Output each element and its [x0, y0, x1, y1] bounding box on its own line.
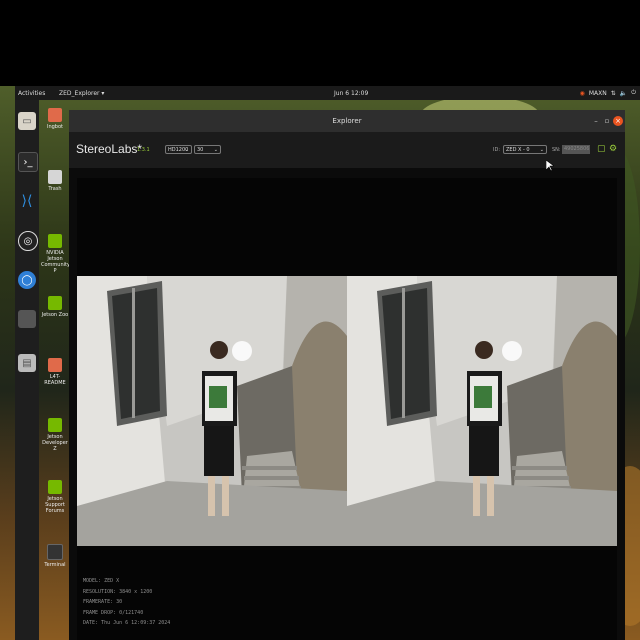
trash-icon [48, 170, 62, 184]
desktop-icon-jetson-community[interactable]: NVIDIA Jetson Community P [41, 234, 70, 274]
vscode-icon[interactable]: ⟩⟨ [18, 192, 36, 210]
minimize-button[interactable]: – [591, 116, 601, 126]
maximize-button[interactable]: ▫ [602, 116, 612, 126]
disk-icon[interactable]: ▤ [18, 354, 36, 372]
chevron-down-icon: ⌄ [213, 147, 218, 153]
info-date: DATE: Thu Jun 6 12:09:37 2024 [83, 620, 171, 626]
settings-gear-icon[interactable]: ⚙ [609, 144, 617, 154]
info-resolution: RESOLUTION: 3840 x 1200 [83, 588, 153, 595]
camera-viewer: MODEL: ZED X RESOLUTION: 3840 x 1200 FRA… [77, 178, 617, 640]
home-folder-icon [48, 108, 62, 122]
desktop-icon-jetson-support[interactable]: Jetson Support Forums [41, 480, 69, 514]
info-model: MODEL: ZED X [83, 578, 120, 584]
volume-icon[interactable]: 🔈 [620, 90, 627, 97]
right-scene-image [347, 276, 617, 546]
mouse-cursor-icon [546, 160, 554, 172]
activities-button[interactable]: Activities [18, 90, 45, 97]
obs-icon[interactable]: ◎ [18, 231, 38, 251]
terminal-icon [47, 544, 63, 560]
power-mode-label[interactable]: MAXN [589, 90, 607, 97]
left-scene-image [77, 276, 347, 546]
record-icon[interactable]: ▢ [597, 144, 606, 154]
info-frame-drop: FRAME DROP: 0/121740 [83, 609, 144, 616]
window-title: Explorer [332, 117, 362, 125]
desktop-icon-jetson-zoo[interactable]: Jetson Zoo [41, 296, 69, 318]
close-button[interactable]: × [613, 116, 623, 126]
fps-select[interactable]: 30 ⌄ [194, 145, 221, 154]
dock: ▭ ›_ ⟩⟨ ◎ ◯ ▤ [15, 100, 39, 640]
desktop-icon-home[interactable]: Ingbot [41, 108, 69, 130]
explorer-window: Explorer – ▫ × StereoLabs* 1.3.1 HD1200 ⌄… [69, 110, 625, 640]
network-icon[interactable]: ⇅ [611, 90, 616, 97]
nvidia-icon [48, 234, 62, 248]
info-framerate: FRAMERATE: 30 [83, 599, 123, 605]
nvidia-icon [48, 480, 62, 494]
camera-info-overlay: MODEL: ZED X RESOLUTION: 3840 x 1200 FRA… [83, 576, 170, 629]
window-titlebar[interactable]: Explorer – ▫ × [69, 110, 625, 132]
nvidia-status-icon[interactable]: ◉ [580, 90, 585, 97]
chevron-down-icon: ⌄ [184, 147, 189, 153]
system-tray[interactable]: ◉ MAXN ⇅ 🔈 ⏻ [580, 89, 636, 97]
version-label: 1.3.1 [137, 147, 150, 153]
chromium-icon[interactable]: ◯ [18, 271, 36, 289]
chevron-down-icon: ⌄ [539, 147, 544, 153]
right-camera-feed [347, 276, 617, 546]
app-icon[interactable] [18, 310, 36, 328]
explorer-toolbar: StereoLabs* 1.3.1 HD1200 ⌄ 30 ⌄ ID: ZED X … [69, 132, 625, 168]
desktop-icon-l4t-readme[interactable]: L4T-README [41, 358, 69, 386]
desktop-icon-trash[interactable]: Trash [41, 170, 69, 192]
desktop-icon-terminal[interactable]: Terminal [41, 544, 69, 568]
desktop-icons: Ingbot Trash NVIDIA Jetson Community P J… [39, 100, 70, 640]
power-icon[interactable]: ⏻ [631, 89, 636, 97]
resolution-select[interactable]: HD1200 ⌄ [165, 145, 192, 154]
clock[interactable]: Jun 6 12:09 [334, 90, 368, 97]
folder-icon [48, 358, 62, 372]
files-icon[interactable]: ▭ [18, 112, 36, 130]
nvidia-icon [48, 296, 62, 310]
sn-label: SN: [552, 147, 561, 153]
app-menu[interactable]: ZED_Explorer ▾ [59, 90, 104, 97]
left-camera-feed [77, 276, 347, 546]
id-label: ID: [493, 147, 501, 153]
stereolabs-logo: StereoLabs* [76, 142, 143, 156]
desktop-icon-jetson-developer[interactable]: Jetson Developer Z [41, 418, 69, 452]
nvidia-icon [48, 418, 62, 432]
serial-number-field[interactable]: 49025806 [562, 145, 590, 154]
terminal-icon[interactable]: ›_ [18, 152, 38, 172]
camera-id-select[interactable]: ZED X - 0 ⌄ [503, 145, 547, 154]
system-top-bar: Activities ZED_Explorer ▾ Jun 6 12:09 ◉ … [15, 86, 640, 100]
